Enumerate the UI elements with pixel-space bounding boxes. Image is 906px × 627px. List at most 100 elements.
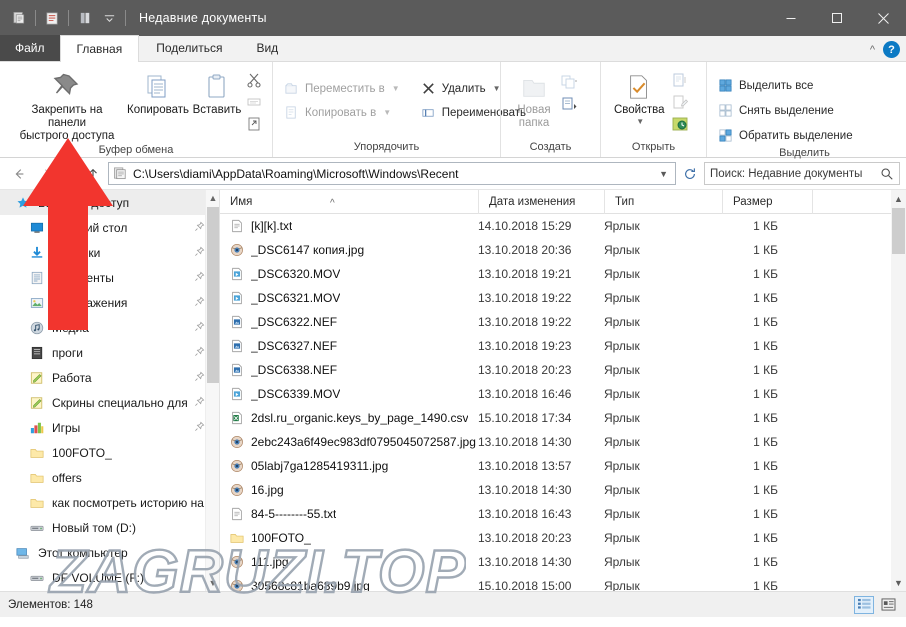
tiles-view-icon[interactable] (878, 596, 898, 614)
address-input[interactable]: C:\Users\diami\AppData\Roaming\Microsoft… (108, 162, 676, 185)
table-row[interactable]: 84-5--------55.txt 13.10.2018 16:43 Ярлык 1… (220, 502, 906, 526)
table-row[interactable]: _DSC6320.MOV 13.10.2018 19:21 Ярлык 1 КБ (220, 262, 906, 286)
tab-file[interactable]: Файл (0, 35, 60, 61)
pin-icon[interactable] (194, 321, 205, 335)
table-row[interactable]: 111.jpg 13.10.2018 14:30 Ярлык 1 КБ (220, 550, 906, 574)
column-header-date[interactable]: Дата изменения (478, 190, 604, 214)
close-button[interactable] (860, 0, 906, 36)
move-to-button[interactable]: Переместить в ▼ (281, 78, 406, 99)
refresh-button[interactable] (678, 162, 702, 186)
copy-button[interactable]: Копировать (126, 66, 190, 117)
pin-icon[interactable] (194, 246, 205, 260)
table-row[interactable]: _DSC6147 копия.jpg 13.10.2018 20:36 Ярлык 1… (220, 238, 906, 262)
sidebar-item-11[interactable]: offers (0, 465, 219, 490)
table-row[interactable]: 16.jpg 13.10.2018 14:30 Ярлык 1 КБ (220, 478, 906, 502)
sidebar-item-15[interactable]: DF VOLUME (F:) (0, 565, 219, 590)
forward-button[interactable] (34, 162, 60, 186)
select-none-button[interactable]: Снять выделение (715, 100, 859, 121)
pin-icon[interactable] (194, 271, 205, 285)
pin-icon[interactable] (194, 296, 205, 310)
paste-button[interactable]: Вставить (190, 66, 244, 117)
pin-icon[interactable] (194, 346, 205, 360)
chevron-down-icon[interactable]: ▼ (636, 117, 644, 126)
sidebar-item-3[interactable]: Документы (0, 265, 219, 290)
sidebar-item-12[interactable]: как посмотреть историю на (0, 490, 219, 515)
sidebar-item-6[interactable]: проги (0, 340, 219, 365)
tab-view[interactable]: Вид (239, 35, 295, 61)
sidebar-item-9[interactable]: Игры (0, 415, 219, 440)
scroll-down-icon[interactable]: ▼ (891, 574, 906, 591)
copy-to-button[interactable]: Копировать в ▼ (281, 102, 406, 123)
column-header-size[interactable]: Размер (722, 190, 812, 214)
table-row[interactable]: 2dsl.ru_organic.keys_by_page_1490.csv 15.… (220, 406, 906, 430)
minimize-button[interactable] (768, 0, 814, 36)
sidebar-scroll-thumb[interactable] (207, 207, 219, 383)
help-icon[interactable]: ? (883, 41, 900, 58)
new-folder-icon[interactable] (41, 7, 63, 29)
recent-locations-button[interactable] (62, 162, 78, 186)
properties-button[interactable]: Свойства ▼ (609, 66, 670, 126)
easy-access-icon[interactable] (559, 94, 579, 114)
invert-selection-button[interactable]: Обратить выделение (715, 125, 859, 146)
new-folder-button[interactable]: Новая папка (509, 66, 559, 130)
pin-icon[interactable] (194, 221, 205, 235)
sidebar-scrollbar[interactable]: ▲ ▼ (205, 190, 219, 591)
chevron-down-icon[interactable]: ▼ (392, 84, 400, 93)
sidebar-item-1[interactable]: Рабочий стол (0, 215, 219, 240)
table-row[interactable]: 05labj7ga1285419311.jpg 13.10.2018 13:57 Я… (220, 454, 906, 478)
properties-icon[interactable] (8, 7, 30, 29)
new-item-icon[interactable] (559, 72, 579, 92)
file-name-label: 05labj7ga1285419311.jpg (251, 459, 389, 473)
table-row[interactable]: _DSC6338.NEF 13.10.2018 20:23 Ярлык 1 КБ (220, 358, 906, 382)
search-input[interactable]: Поиск: Недавние документы (710, 168, 876, 180)
pin-icon[interactable] (194, 396, 205, 410)
chevron-down-icon[interactable]: ▼ (659, 169, 671, 179)
column-header-type[interactable]: Тип (604, 190, 722, 214)
sidebar-item-8[interactable]: Скрины специально для (0, 390, 219, 415)
pin-icon[interactable] (194, 371, 205, 385)
scroll-thumb[interactable] (892, 208, 905, 254)
table-row[interactable]: _DSC6322.NEF 13.10.2018 19:22 Ярлык 1 КБ (220, 310, 906, 334)
view-icon[interactable] (74, 7, 96, 29)
file-list-scrollbar[interactable]: ▲ ▼ (891, 190, 906, 591)
search-icon[interactable] (880, 167, 894, 181)
select-all-button[interactable]: Выделить все (715, 75, 859, 96)
back-button[interactable] (6, 162, 32, 186)
sidebar-item-0[interactable]: Быстрый доступ (0, 190, 219, 215)
edit-icon[interactable] (670, 92, 690, 112)
sidebar-item-14[interactable]: Этот компьютер (0, 540, 219, 565)
sidebar-item-10[interactable]: 100FOTO_ (0, 440, 219, 465)
chevron-down-icon[interactable]: ▼ (383, 108, 391, 117)
maximize-button[interactable] (814, 0, 860, 36)
sidebar-scroll-down-icon[interactable]: ▼ (206, 575, 219, 591)
search-box[interactable]: Поиск: Недавние документы (704, 162, 900, 185)
sidebar-item-13[interactable]: Новый том (D:) (0, 515, 219, 540)
chevron-up-icon[interactable]: ^ (870, 44, 875, 56)
scroll-up-icon[interactable]: ▲ (891, 190, 906, 207)
sidebar-item-2[interactable]: Загрузки (0, 240, 219, 265)
table-row[interactable]: _DSC6339.MOV 13.10.2018 16:46 Ярлык 1 КБ (220, 382, 906, 406)
table-row[interactable]: [k][k].txt 14.10.2018 15:29 Ярлык 1 КБ (220, 214, 906, 238)
table-row[interactable]: _DSC6321.MOV 13.10.2018 19:22 Ярлык 1 КБ (220, 286, 906, 310)
open-icon[interactable] (670, 70, 690, 90)
tab-share[interactable]: Поделиться (139, 35, 239, 61)
sidebar-scroll-up-icon[interactable]: ▲ (206, 190, 219, 206)
up-button[interactable] (80, 162, 106, 186)
sidebar-item-4[interactable]: Изображения (0, 290, 219, 315)
pin-to-quick-access-button[interactable]: Закрепить на панели быстрого доступа (8, 66, 126, 143)
copy-path-icon[interactable] (244, 92, 264, 112)
details-view-icon[interactable] (854, 595, 874, 614)
cut-icon[interactable] (244, 70, 264, 90)
sidebar-item-7[interactable]: Работа (0, 365, 219, 390)
sidebar-item-5[interactable]: Медиа (0, 315, 219, 340)
tab-home[interactable]: Главная (59, 35, 140, 62)
table-row[interactable]: 2ebc243a6f49ec983df0795045072587.jpg 13.1… (220, 430, 906, 454)
paste-shortcut-icon[interactable] (244, 114, 264, 134)
pin-icon[interactable] (194, 421, 205, 435)
history-icon[interactable] (670, 114, 690, 134)
table-row[interactable]: 100FOTO_ 13.10.2018 20:23 Ярлык 1 КБ (220, 526, 906, 550)
column-header-name[interactable]: Имя ^ (220, 190, 478, 214)
customize-qat-chevron-icon[interactable] (98, 7, 120, 29)
table-row[interactable]: 30568c81ba689b9.jpg 15.10.2018 15:00 Ярлык… (220, 574, 906, 591)
table-row[interactable]: _DSC6327.NEF 13.10.2018 19:23 Ярлык 1 КБ (220, 334, 906, 358)
